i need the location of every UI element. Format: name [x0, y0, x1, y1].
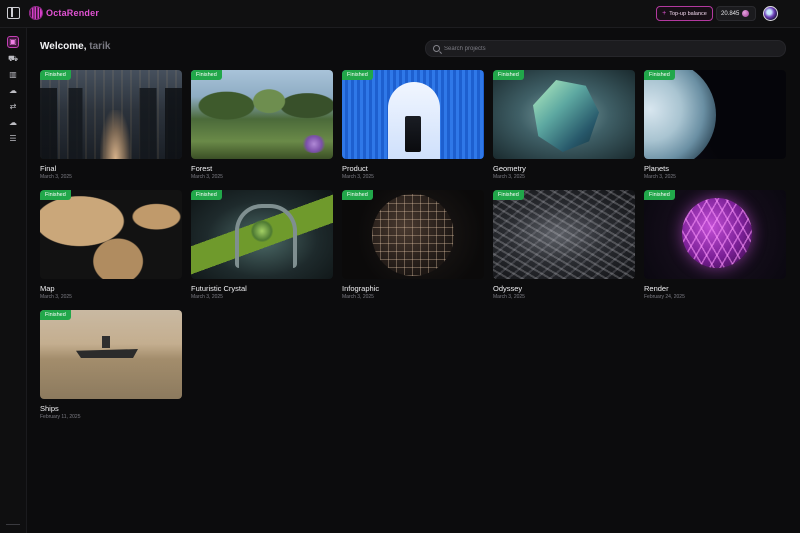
welcome-text: Welcome, — [40, 41, 87, 52]
status-badge: Finished — [191, 190, 222, 200]
project-date: March 3, 2025 — [40, 294, 72, 300]
status-badge: Finished — [191, 70, 222, 80]
project-thumbnail[interactable]: Finished — [40, 70, 182, 159]
cloud-icon: ☁ — [9, 86, 17, 95]
project-card[interactable]: Finished Ships February 11, 2025 — [40, 310, 182, 420]
project-title: Geometry — [493, 164, 526, 173]
project-date: March 3, 2025 — [493, 294, 525, 300]
project-thumbnail[interactable]: Finished — [644, 70, 786, 159]
status-badge: Finished — [342, 70, 373, 80]
project-card[interactable]: Finished Render February 24, 2025 — [644, 190, 786, 300]
project-thumbnail[interactable]: Finished — [40, 310, 182, 399]
project-card[interactable]: Finished Futuristic Crystal March 3, 202… — [191, 190, 333, 300]
project-date: March 3, 2025 — [644, 174, 676, 180]
topup-balance-label: Top-up balance — [669, 10, 707, 17]
sidebar: ▣ ⛟ ▥ ☁ ⇄ ☁ ☰ — [0, 28, 27, 533]
logo-icon — [29, 6, 43, 20]
coin-icon — [742, 10, 750, 17]
top-bar: OctaRender + Top-up balance 20.845 — [0, 0, 800, 28]
status-badge: Finished — [40, 190, 71, 200]
cart-icon: ⛟ — [7, 54, 19, 63]
project-card[interactable]: Finished Odyssey March 3, 2025 — [493, 190, 635, 300]
project-title: Forest — [191, 164, 213, 173]
project-thumbnail[interactable]: Finished — [644, 190, 786, 279]
sidebar-item-cloud[interactable]: ☁ — [7, 85, 19, 97]
sidebar-item-transfers[interactable]: ⇄ — [7, 101, 19, 113]
project-card[interactable]: Finished Forest March 3, 2025 — [191, 70, 333, 180]
project-title: Product — [342, 164, 368, 173]
project-date: March 3, 2025 — [191, 294, 223, 300]
project-date: February 24, 2025 — [644, 294, 685, 300]
list-settings-icon: ☰ — [9, 134, 17, 143]
project-title: Final — [40, 164, 57, 173]
project-title: Infographic — [342, 284, 380, 293]
app-logo-text: OctaRender — [46, 8, 100, 18]
user-avatar[interactable] — [763, 6, 778, 21]
sidebar-item-settings[interactable]: ☰ — [7, 133, 19, 145]
project-title: Render — [644, 284, 669, 293]
project-card[interactable]: Finished Product March 3, 2025 — [342, 70, 484, 180]
status-badge: Finished — [342, 190, 373, 200]
balance-value: 20.845 — [721, 10, 740, 17]
project-thumbnail[interactable]: Finished — [191, 70, 333, 159]
status-badge: Finished — [40, 310, 71, 320]
status-badge: Finished — [493, 190, 524, 200]
cloud-sync-icon: ☁ — [9, 118, 17, 127]
status-badge: Finished — [644, 190, 675, 200]
project-title: Ships — [40, 404, 59, 413]
project-date: March 3, 2025 — [191, 174, 223, 180]
project-thumbnail[interactable]: Finished — [191, 190, 333, 279]
sidebar-item-sync[interactable]: ☁ — [7, 117, 19, 129]
sidebar-item-projects[interactable]: ▣ — [7, 36, 19, 48]
project-thumbnail[interactable]: Finished — [493, 70, 635, 159]
project-date: March 3, 2025 — [342, 174, 374, 180]
project-thumbnail[interactable]: Finished — [40, 190, 182, 279]
project-date: March 3, 2025 — [493, 174, 525, 180]
project-card[interactable]: Finished Infographic March 3, 2025 — [342, 190, 484, 300]
project-thumbnail[interactable]: Finished — [342, 70, 484, 159]
sidebar-item-store[interactable]: ⛟ — [7, 53, 19, 65]
search-box[interactable] — [425, 40, 786, 57]
project-title: Futuristic Crystal — [191, 284, 247, 293]
folder-icon: ▣ — [9, 37, 17, 46]
project-title: Planets — [644, 164, 670, 173]
project-date: March 3, 2025 — [342, 294, 374, 300]
sidebar-item-buildings[interactable]: ▥ — [7, 69, 19, 81]
project-card[interactable]: Finished Planets March 3, 2025 — [644, 70, 786, 180]
status-badge: Finished — [40, 70, 71, 80]
sidebar-toggle-icon[interactable] — [7, 7, 20, 19]
project-card[interactable]: Finished Map March 3, 2025 — [40, 190, 182, 300]
project-title: Map — [40, 284, 55, 293]
username: tarik — [89, 41, 111, 52]
building-icon: ▥ — [9, 70, 17, 79]
sidebar-divider — [6, 524, 20, 525]
balance-display[interactable]: 20.845 — [716, 6, 756, 21]
project-date: March 3, 2025 — [40, 174, 72, 180]
search-input[interactable] — [444, 41, 774, 56]
transfer-icon: ⇄ — [9, 102, 17, 111]
plus-icon: + — [662, 10, 667, 17]
project-card[interactable]: Finished Geometry March 3, 2025 — [493, 70, 635, 180]
project-date: February 11, 2025 — [40, 414, 81, 420]
search-icon — [433, 45, 440, 52]
topup-balance-button[interactable]: + Top-up balance — [656, 6, 713, 21]
status-badge: Finished — [493, 70, 524, 80]
project-thumbnail[interactable]: Finished — [493, 190, 635, 279]
status-badge: Finished — [644, 70, 675, 80]
project-card[interactable]: Finished Final March 3, 2025 — [40, 70, 182, 180]
welcome-heading: Welcome, tarik — [40, 41, 110, 52]
project-thumbnail[interactable]: Finished — [342, 190, 484, 279]
project-title: Odyssey — [493, 284, 523, 293]
